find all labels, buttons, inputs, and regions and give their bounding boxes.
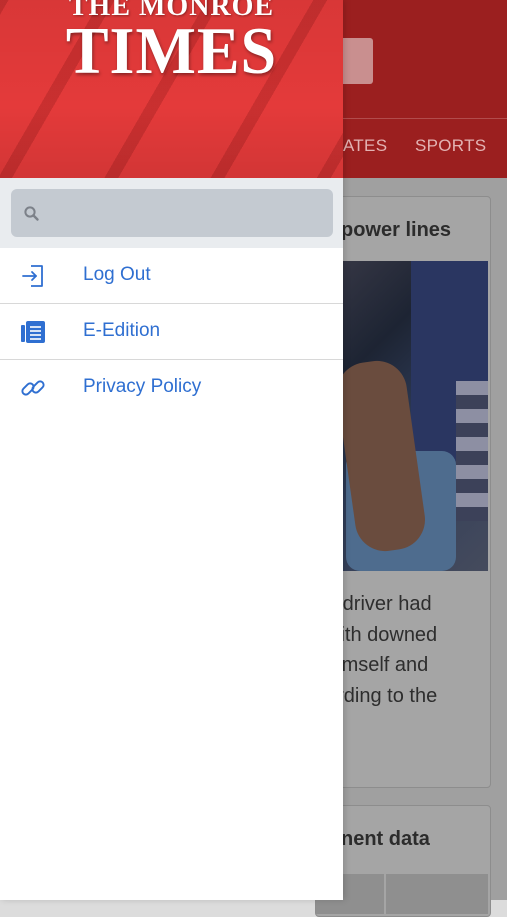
excerpt-line: ording to the — [326, 684, 438, 707]
search-icon — [24, 206, 39, 221]
search-bar — [0, 178, 343, 248]
logo-main-text: TIMES — [65, 13, 278, 88]
article-excerpt: e driver had with downed himself and ord… — [326, 589, 486, 711]
article-title: nent data — [341, 828, 430, 850]
log-out-icon — [22, 265, 43, 287]
newspaper-icon — [21, 321, 45, 343]
background-header-divider — [343, 118, 507, 119]
menu-item-log-out[interactable]: Log Out — [0, 248, 343, 304]
drawer-menu: Log Out E-Edition Privacy Policy — [0, 248, 343, 415]
menu-item-privacy-policy[interactable]: Privacy Policy — [0, 360, 343, 415]
article-title: power lines — [341, 219, 452, 241]
menu-item-label: E-Edition — [83, 320, 161, 341]
background-nav-sports: SPORTS — [415, 136, 487, 155]
menu-item-label: Privacy Policy — [83, 376, 202, 397]
background-nav-updates: ATES — [343, 136, 388, 155]
link-icon — [21, 380, 45, 396]
excerpt-line: e driver had — [326, 593, 432, 615]
side-drawer: THE MONROE TIMES Log Out E-Edition Priva… — [0, 0, 343, 900]
menu-item-label: Log Out — [83, 264, 151, 285]
search-input[interactable] — [11, 189, 333, 237]
drawer-header: THE MONROE TIMES — [0, 0, 343, 178]
excerpt-line: with downed — [326, 623, 438, 646]
menu-item-e-edition[interactable]: E-Edition — [0, 304, 343, 360]
excerpt-line: himself and — [326, 654, 429, 676]
